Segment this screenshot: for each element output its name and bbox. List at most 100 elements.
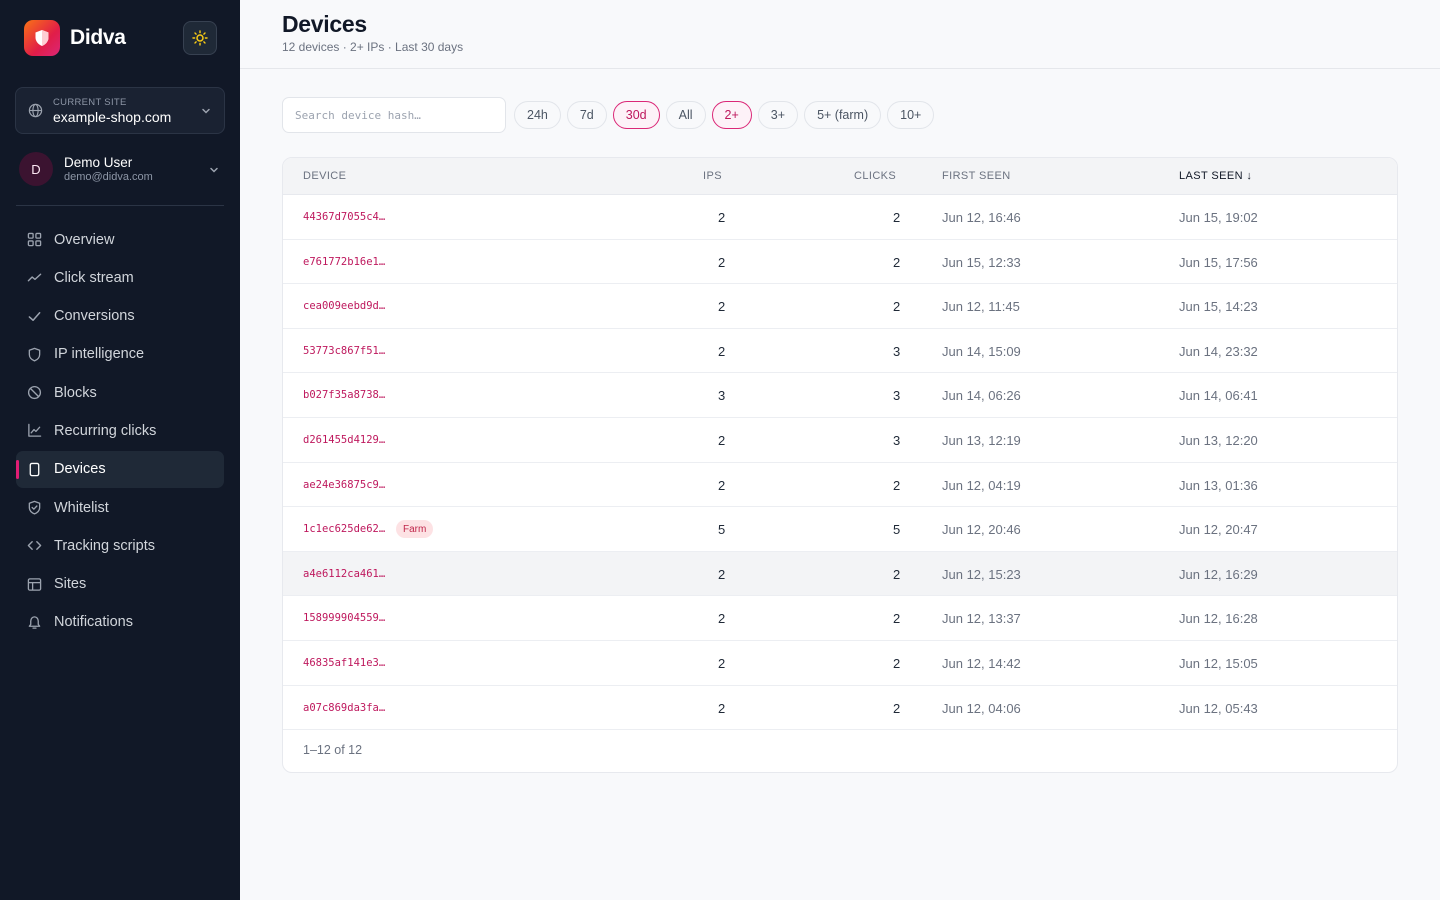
page-title: Devices [282, 11, 367, 37]
code-icon [26, 538, 42, 554]
column-device[interactable]: DEVICE [303, 170, 346, 182]
device-icon [26, 461, 42, 477]
avatar: D [19, 152, 53, 186]
clicks-count: 5 [893, 522, 901, 538]
device-hash[interactable]: e761772b16e1… [303, 256, 385, 268]
sidebar-item-recurring-clicks[interactable]: Recurring clicks [16, 412, 224, 449]
ips-count: 3 [718, 388, 726, 404]
column-ips[interactable]: IPS [703, 170, 722, 182]
last-seen: Jun 14, 23:32 [1179, 343, 1258, 359]
first-seen: Jun 15, 12:33 [942, 254, 1021, 270]
user-email: demo@didva.com [64, 171, 153, 183]
device-hash[interactable]: 53773c867f51… [303, 345, 385, 357]
site-label: CURRENT SITE [53, 96, 127, 108]
sidebar-item-notifications[interactable]: Notifications [16, 604, 224, 641]
filter-chips: 24h 7d 30d All 2+ 3+ 5+ (farm) 10+ [514, 101, 935, 129]
first-seen: Jun 14, 06:26 [942, 388, 1021, 404]
sidebar-item-ip-intelligence[interactable]: IP intelligence [16, 336, 224, 373]
site-selector[interactable]: CURRENT SITE example-shop.com [15, 87, 225, 134]
clicks-count: 3 [893, 343, 901, 359]
device-hash[interactable]: ae24e36875c9… [303, 479, 385, 491]
table-row[interactable]: d261455d4129… 2 3 Jun 13, 12:19 Jun 13, 12:2… [283, 418, 1397, 463]
brand[interactable]: Didva [24, 20, 126, 56]
device-hash[interactable]: 1c1ec625de62… [303, 523, 385, 535]
last-seen: Jun 14, 06:41 [1179, 388, 1258, 404]
sidebar-item-label: Sites [54, 576, 87, 593]
sidebar: Didva CURRENT SITE example-shop.com D De… [0, 0, 240, 900]
sidebar-item-label: Tracking scripts [54, 537, 155, 554]
first-seen: Jun 12, 13:37 [942, 611, 1021, 627]
sidebar-item-devices[interactable]: Devices [16, 450, 224, 488]
first-seen: Jun 12, 14:42 [942, 655, 1021, 671]
ban-icon [26, 385, 42, 401]
first-seen: Jun 12, 04:06 [942, 700, 1021, 716]
ips-count: 2 [718, 299, 726, 315]
device-hash[interactable]: 46835af141e3… [303, 657, 385, 669]
table-row[interactable]: a4e6112ca461… 2 2 Jun 12, 15:23 Jun 12, 16:2… [283, 551, 1397, 597]
chip-ips-5plus-farm[interactable]: 5+ (farm) [804, 101, 882, 129]
table-row[interactable]: 46835af141e3… 2 2 Jun 12, 14:42 Jun 12, 15:0… [283, 641, 1397, 686]
chip-ips-10plus[interactable]: 10+ [887, 101, 935, 129]
table-row[interactable]: 44367d7055c4… 2 2 Jun 12, 16:46 Jun 15, 19:0… [283, 195, 1397, 240]
page-header: Devices 12 devices · 2+ IPs · Last 30 da… [240, 0, 1440, 69]
ips-count: 2 [718, 566, 726, 582]
table-row[interactable]: 1c1ec625de62… Farm 5 5 Jun 12, 20:46 Jun 12, … [283, 507, 1397, 552]
sidebar-item-conversions[interactable]: Conversions [16, 298, 224, 335]
last-seen: Jun 15, 19:02 [1179, 210, 1258, 225]
table-row[interactable]: a07c869da3fa… 2 2 Jun 12, 04:06 Jun 12, 05:4… [283, 686, 1397, 731]
column-last-seen[interactable]: LAST SEEN ↓ [1179, 170, 1252, 182]
device-hash[interactable]: b027f35a8738… [303, 389, 385, 401]
grid-icon [26, 232, 42, 248]
sidebar-item-click-stream[interactable]: Click stream [16, 259, 224, 296]
clicks-count: 2 [893, 566, 901, 582]
trend-icon [26, 270, 42, 286]
user-menu[interactable]: D Demo User demo@didva.com [19, 152, 224, 186]
device-hash[interactable]: cea009eebd9d… [303, 300, 385, 312]
first-seen: Jun 12, 16:46 [942, 210, 1021, 225]
chip-range-24h[interactable]: 24h [514, 101, 561, 129]
table-row[interactable]: ae24e36875c9… 2 2 Jun 12, 04:19 Jun 13, 01:3… [283, 463, 1397, 508]
sidebar-item-blocks[interactable]: Blocks [16, 374, 224, 411]
clicks-count: 2 [893, 477, 901, 493]
site-value: example-shop.com [53, 108, 172, 125]
first-seen: Jun 12, 11:45 [942, 299, 1020, 315]
ips-count: 2 [718, 254, 726, 270]
table-row[interactable]: cea009eebd9d… 2 2 Jun 12, 11:45 Jun 15, 14:2… [283, 284, 1397, 329]
theme-toggle-button[interactable] [183, 21, 217, 55]
last-seen: Jun 12, 16:29 [1179, 566, 1258, 582]
chip-ips-3plus[interactable]: 3+ [757, 101, 799, 129]
table-row[interactable]: 158999904559… 2 2 Jun 12, 13:37 Jun 12, 16:2… [283, 596, 1397, 641]
device-hash[interactable]: 44367d7055c4… [303, 211, 385, 223]
sidebar-item-sites[interactable]: Sites [16, 566, 224, 603]
chip-range-7d[interactable]: 7d [566, 101, 607, 129]
chip-range-30d[interactable]: 30d [612, 101, 660, 129]
search-input[interactable] [282, 97, 506, 133]
device-hash[interactable]: 158999904559… [303, 612, 385, 624]
sidebar-item-label: Click stream [54, 269, 134, 286]
sidebar-item-overview[interactable]: Overview [16, 221, 224, 258]
ips-count: 2 [718, 210, 726, 225]
device-hash[interactable]: a4e6112ca461… [303, 568, 385, 580]
brand-name: Didva [70, 26, 126, 49]
sidebar-item-tracking-scripts[interactable]: Tracking scripts [16, 527, 224, 564]
table-row[interactable]: e761772b16e1… 2 2 Jun 15, 12:33 Jun 15, 17:5… [283, 240, 1397, 285]
ips-count: 5 [718, 522, 726, 538]
clicks-count: 2 [893, 210, 901, 225]
last-seen: Jun 12, 15:05 [1179, 655, 1258, 671]
device-hash[interactable]: d261455d4129… [303, 434, 385, 446]
clicks-count: 2 [893, 700, 901, 716]
chip-range-all[interactable]: All [665, 101, 706, 129]
column-first-seen[interactable]: FIRST SEEN [942, 170, 1011, 182]
sidebar-item-whitelist[interactable]: Whitelist [16, 489, 224, 526]
device-hash[interactable]: a07c869da3fa… [303, 702, 385, 714]
table-row[interactable]: b027f35a8738… 3 3 Jun 14, 06:26 Jun 14, 06:4… [283, 373, 1397, 418]
clicks-count: 3 [893, 432, 901, 448]
column-clicks[interactable]: CLICKS [854, 170, 896, 182]
chip-ips-2plus[interactable]: 2+ [711, 101, 752, 129]
first-seen: Jun 12, 20:46 [942, 522, 1021, 538]
last-seen: Jun 13, 12:20 [1179, 432, 1258, 448]
clicks-count: 2 [893, 299, 901, 315]
ips-count: 2 [718, 655, 726, 671]
table-header: DEVICE IPS CLICKS FIRST SEEN LAST SEEN ↓ [283, 158, 1397, 195]
table-row[interactable]: 53773c867f51… 2 3 Jun 14, 15:09 Jun 14, 23:3… [283, 329, 1397, 374]
